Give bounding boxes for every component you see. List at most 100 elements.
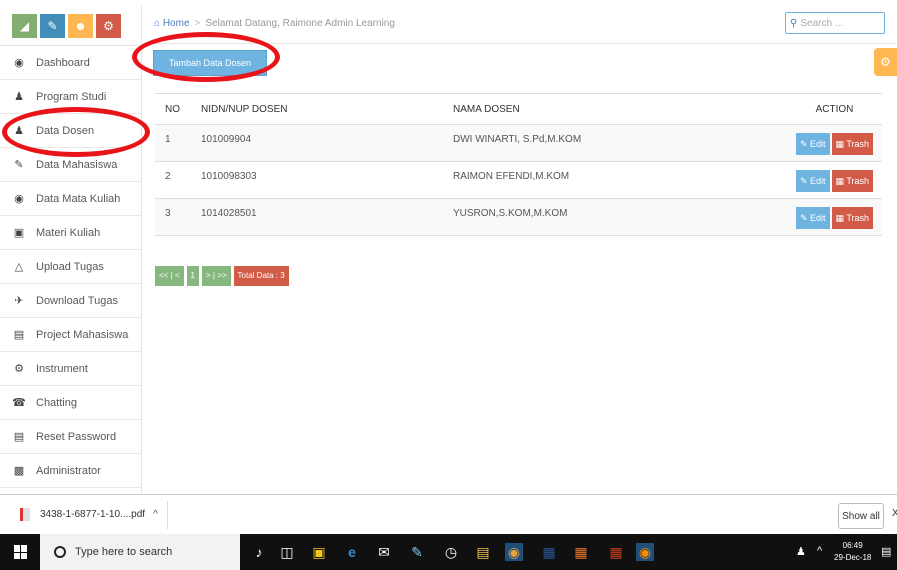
- tray-chevron-icon[interactable]: ^: [817, 545, 822, 557]
- store-icon[interactable]: ▣: [310, 543, 328, 561]
- plane-icon: ✈: [14, 295, 24, 307]
- sidebar-item-instrument[interactable]: ⚙ Instrument: [0, 352, 141, 386]
- table-row: 1 101009904 DWI WINARTI, S.Pd,M.KOM ✎ Ed…: [155, 124, 882, 162]
- pencil-icon: ✎: [799, 213, 808, 223]
- search-input[interactable]: ⚲ Search ...: [785, 12, 885, 34]
- alarm-clock-icon[interactable]: ◷: [442, 543, 460, 561]
- trash-label: Trash: [846, 139, 870, 149]
- edit-button[interactable]: ✎ Edit: [795, 133, 830, 155]
- trash-label: Trash: [846, 176, 870, 186]
- file-explorer-icon[interactable]: ▤: [474, 543, 492, 561]
- users-icon[interactable]: ☻: [68, 14, 93, 38]
- taskbar-search-box[interactable]: Type here to search: [40, 534, 240, 570]
- file-icon: ▤: [13, 431, 25, 443]
- pencil-icon: ✎: [799, 139, 808, 149]
- trash-icon: ▦: [835, 213, 845, 223]
- powerpoint-icon[interactable]: ▦: [607, 543, 625, 561]
- lecturer-table: NO NIDN/NUP DOSEN NAMA DOSEN ACTION 1 10…: [155, 93, 882, 236]
- pager-first-prev[interactable]: << | <: [155, 266, 184, 286]
- table-row: 3 1014028501 YUSRON,S.KOM,M.KOM ✎ Edit ▦ …: [155, 198, 882, 236]
- trash-button[interactable]: ▦ Trash: [831, 133, 874, 155]
- windows-start-icon[interactable]: [14, 545, 28, 559]
- sidebar-item-upload-tugas[interactable]: △ Upload Tugas: [0, 250, 141, 284]
- firefox-icon[interactable]: ◉: [636, 543, 654, 561]
- pager-page[interactable]: 1: [186, 266, 199, 286]
- download-item[interactable]: 3438-1-6877-1-10....pdf ^: [20, 508, 158, 521]
- chrome-icon[interactable]: ◉: [505, 543, 523, 561]
- sidebar-item-download-tugas[interactable]: ✈ Download Tugas: [0, 284, 141, 318]
- chart-icon[interactable]: ◢: [12, 14, 37, 38]
- sidebar-item-materi-kuliah[interactable]: ▣ Materi Kuliah: [0, 216, 141, 250]
- sidebar-item-administrator[interactable]: ▩ Administrator: [0, 454, 141, 488]
- taskbar-clock[interactable]: 06:49 29-Dec-18: [834, 540, 871, 564]
- edit-label: Edit: [810, 139, 826, 149]
- trash-button[interactable]: ▦ Trash: [831, 207, 874, 229]
- pdf-file-icon: [20, 508, 30, 521]
- cell-no: 1: [155, 124, 191, 162]
- cell-nidn: 1014028501: [191, 198, 443, 236]
- sidebar-item-reset-password[interactable]: ▤ Reset Password: [0, 420, 141, 454]
- total-data-badge: Total Data : 3: [233, 266, 289, 286]
- cortana-icon: [54, 546, 66, 558]
- close-download-bar-button[interactable]: X: [892, 508, 897, 519]
- sidebar-item-label: Project Mahasiswa: [36, 328, 129, 341]
- sidebar-item-label: Upload Tugas: [36, 260, 104, 273]
- download-bar: 3438-1-6877-1-10....pdf ^ Show all X: [0, 494, 897, 534]
- sidebar-item-chatting[interactable]: ☎ Chatting: [0, 386, 141, 420]
- word-icon[interactable]: ▦: [540, 543, 558, 561]
- flask-icon: △: [14, 261, 24, 273]
- download-file-name: 3438-1-6877-1-10....pdf: [40, 509, 146, 520]
- settings-gear-button[interactable]: ⚙: [874, 48, 897, 76]
- task-view-icon[interactable]: ◫: [278, 543, 296, 561]
- sidebar-item-data-dosen[interactable]: ♟ Data Dosen: [0, 114, 141, 148]
- table-row: 2 1010098303 RAIMON EFENDI,M.KOM ✎ Edit ▦…: [155, 161, 882, 199]
- sidebar-item-label: Program Studi: [36, 90, 107, 103]
- book-icon: ▩: [13, 465, 25, 477]
- sidebar-item-program-studi[interactable]: ♟ Program Studi: [0, 80, 141, 114]
- top-bar: ⌂ Home > Selamat Datang, Raimone Admin L…: [143, 6, 897, 44]
- taskbar-search-text: Type here to search: [75, 546, 173, 558]
- sidebar-item-data-mahasiswa[interactable]: ✎ Data Mahasiswa: [0, 148, 141, 182]
- group-icon: ♟: [14, 91, 24, 103]
- sidebar-item-label: Reset Password: [36, 430, 117, 443]
- cell-nama: DWI WINARTI, S.Pd,M.KOM: [443, 124, 787, 162]
- eye-icon: ◉: [14, 193, 24, 205]
- chevron-up-icon[interactable]: ^: [153, 509, 158, 520]
- breadcrumb: ⌂ Home > Selamat Datang, Raimone Admin L…: [154, 18, 395, 29]
- sidebar-item-dashboard[interactable]: ◉ Dashboard: [0, 46, 141, 80]
- people-icon[interactable]: ♟: [796, 545, 806, 558]
- add-lecturer-button[interactable]: Tambah Data Dosen: [153, 50, 267, 76]
- edit-button[interactable]: ✎ Edit: [795, 170, 830, 192]
- cogs-icon[interactable]: ⚙: [96, 14, 121, 38]
- sidebar-item-label: Chatting: [36, 396, 77, 409]
- inbox-icon: ▣: [13, 227, 25, 239]
- clock-time: 06:49: [842, 541, 863, 550]
- cell-action: ✎ Edit ▦ Trash: [787, 124, 882, 162]
- notification-icon[interactable]: ▤: [881, 545, 891, 558]
- edit-button[interactable]: ✎ Edit: [795, 207, 830, 229]
- column-header-action: ACTION: [787, 93, 882, 125]
- paint-icon[interactable]: ✎: [408, 543, 426, 561]
- breadcrumb-home-link[interactable]: Home: [163, 18, 190, 29]
- microphone-icon: ☎: [12, 397, 26, 409]
- pencil-icon[interactable]: ✎: [40, 14, 65, 38]
- trash-button[interactable]: ▦ Trash: [831, 170, 874, 192]
- sidebar-item-data-mata-kuliah[interactable]: ◉ Data Mata Kuliah: [0, 182, 141, 216]
- acrobat-icon[interactable]: ▦: [572, 543, 590, 561]
- breadcrumb-separator: >: [194, 18, 201, 29]
- pager-next-last[interactable]: > | >>: [202, 266, 231, 286]
- search-icon: ⚲: [790, 17, 798, 29]
- column-header-nidn: NIDN/NUP DOSEN: [191, 93, 443, 125]
- microphone-icon[interactable]: ♪: [250, 543, 268, 561]
- show-all-button[interactable]: Show all: [838, 503, 884, 529]
- clock-date: 29-Dec-18: [834, 553, 872, 562]
- home-icon: ⌂: [154, 18, 163, 29]
- edit-label: Edit: [810, 213, 826, 223]
- cell-no: 3: [155, 198, 191, 236]
- mail-icon[interactable]: ✉: [375, 543, 393, 561]
- sidebar-item-project-mahasiswa[interactable]: ▤ Project Mahasiswa: [0, 318, 141, 352]
- edge-browser-icon[interactable]: e: [343, 543, 361, 561]
- sidebar-item-label: Data Mahasiswa: [36, 158, 118, 171]
- cell-nama: RAIMON EFENDI,M.KOM: [443, 161, 787, 199]
- browser-page: ◢ ✎ ☻ ⚙ ◉ Dashboard ♟ Program Studi ♟ Da…: [0, 0, 897, 570]
